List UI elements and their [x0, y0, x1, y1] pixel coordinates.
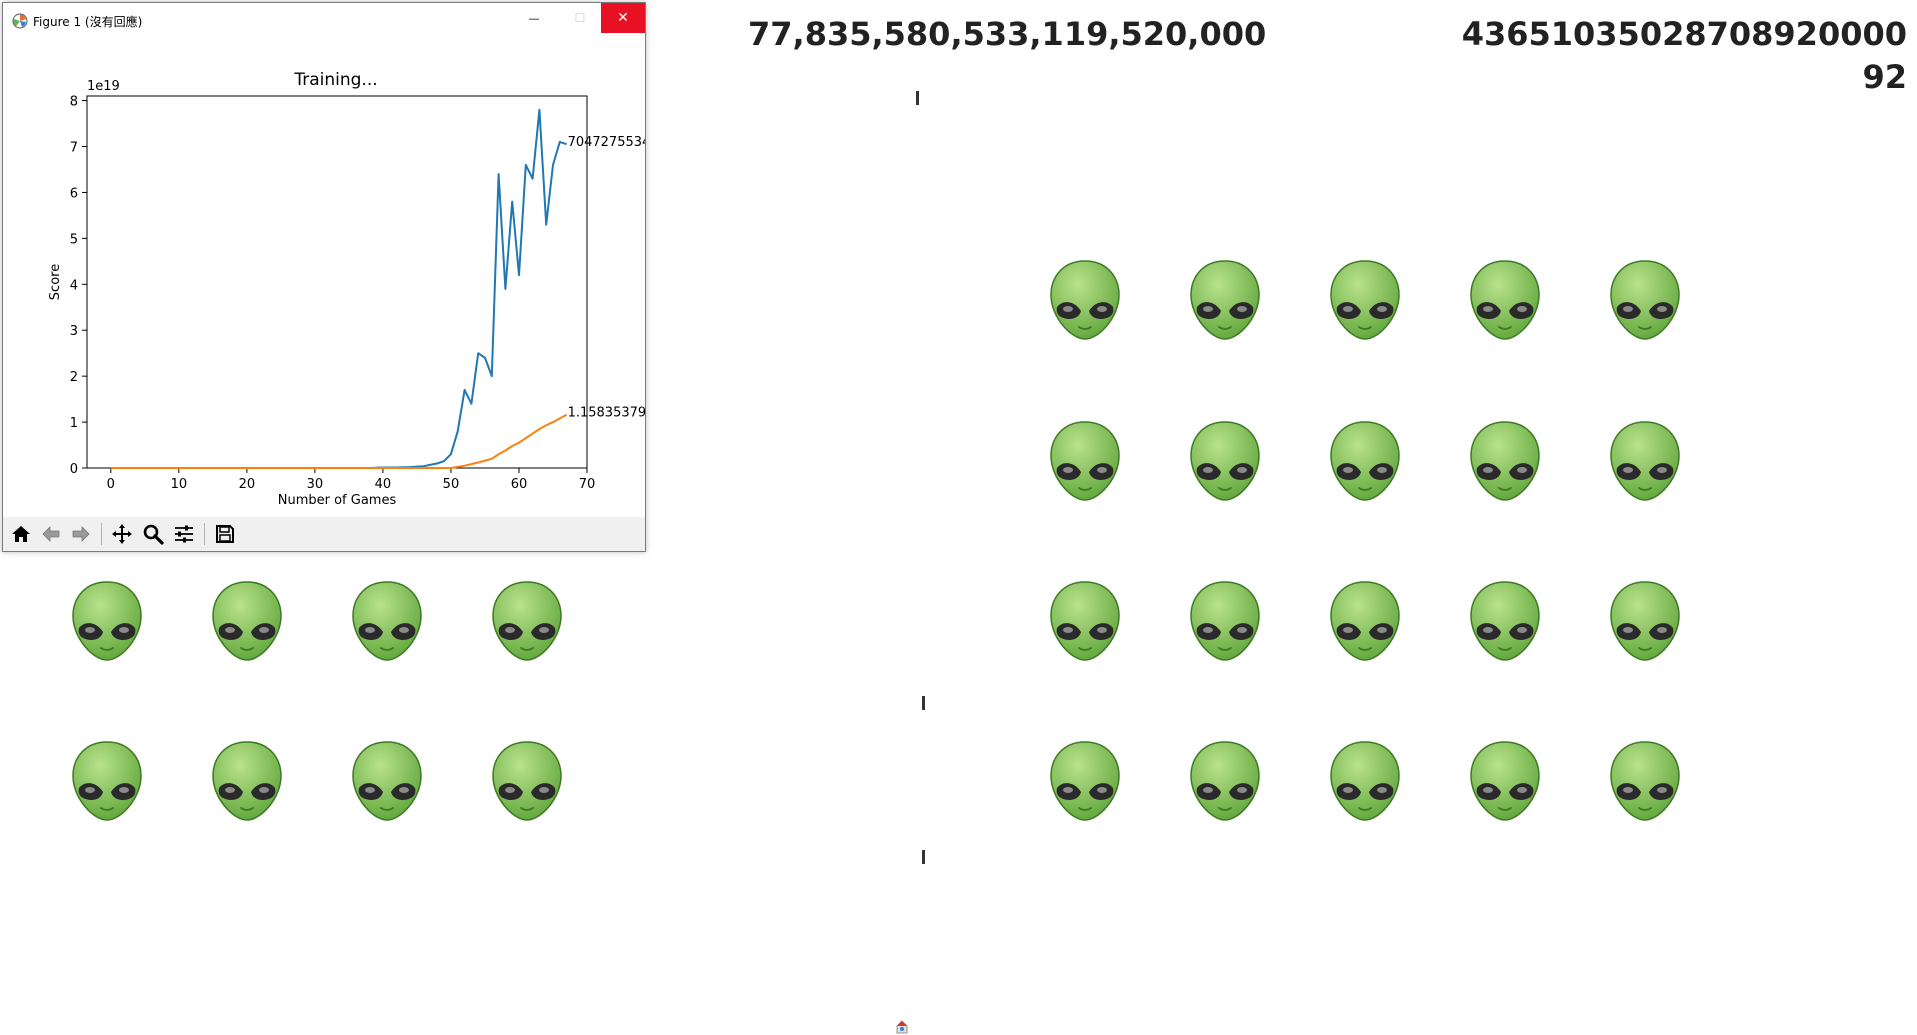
- alien-icon: [72, 581, 142, 661]
- toolbar-separator: [204, 523, 205, 545]
- minimize-icon: —: [528, 11, 540, 25]
- alien-icon: [1330, 421, 1400, 501]
- alien-icon: [1610, 421, 1680, 501]
- x-tick-label: 40: [375, 477, 392, 492]
- alien-icon: [1050, 741, 1120, 821]
- alien-icon: [492, 581, 562, 661]
- bullet: [922, 850, 925, 864]
- y-offset-label: 1e19: [87, 79, 120, 94]
- alien-icon: [1190, 421, 1260, 501]
- plot-window[interactable]: Figure 1 (沒有回應) — ☐ ✕ Training... 1e19 0…: [2, 2, 654, 552]
- alien-icon: [352, 581, 422, 661]
- alien-icon: [1470, 260, 1540, 340]
- minimize-button[interactable]: —: [511, 3, 557, 33]
- floppy-icon: [216, 525, 234, 543]
- title-bar[interactable]: Figure 1 (沒有回應) — ☐ ✕: [3, 3, 645, 37]
- close-icon: ✕: [617, 10, 629, 26]
- close-button[interactable]: ✕: [601, 3, 645, 33]
- chart-title: Training...: [293, 70, 377, 90]
- arrow-left-icon: [42, 526, 60, 542]
- matplotlib-icon: [12, 13, 28, 29]
- alien-icon: [1610, 581, 1680, 661]
- maximize-icon: ☐: [574, 11, 586, 25]
- y-axis-label: Score: [48, 264, 63, 300]
- alien-icon: [212, 741, 282, 821]
- y-axis: 0 1 2 3 4 5 6 7 8: [70, 95, 87, 477]
- alien-icon: [1050, 581, 1120, 661]
- x-axis: 0 10 20 30 40 50 60 70: [107, 468, 596, 492]
- home-icon: [12, 526, 30, 542]
- y-tick-label: 1: [70, 416, 78, 431]
- series-end-label-1: 7047275534: [568, 135, 645, 150]
- y-tick-label: 4: [70, 278, 78, 293]
- sliders-icon: [175, 525, 193, 543]
- x-tick-label: 60: [511, 477, 528, 492]
- zoom-button[interactable]: [140, 521, 166, 547]
- alien-icon: [1610, 741, 1680, 821]
- x-tick-label: 70: [579, 477, 596, 492]
- alien-icon: [492, 741, 562, 821]
- x-tick-label: 0: [107, 477, 115, 492]
- x-tick-label: 50: [443, 477, 460, 492]
- y-tick-label: 6: [70, 186, 78, 201]
- plot-toolbar: [3, 517, 645, 551]
- alien-icon: [352, 741, 422, 821]
- series-line-1: [110, 108, 567, 469]
- window-title: Figure 1 (沒有回應): [33, 15, 143, 29]
- alien-icon: [1050, 260, 1120, 340]
- magnifier-icon: [143, 524, 164, 545]
- alien-icon: [1610, 260, 1680, 340]
- home-button[interactable]: [8, 521, 34, 547]
- subplots-button[interactable]: [171, 521, 197, 547]
- alien-icon: [212, 581, 282, 661]
- arrow-right-icon: [72, 526, 90, 542]
- plot-canvas[interactable]: Training... 1e19 0 10 20 30 40 50 60 70 0 1 2 3 4 5 6…: [3, 37, 654, 517]
- y-tick-label: 5: [70, 232, 78, 247]
- alien-icon: [1190, 260, 1260, 340]
- back-button[interactable]: [38, 521, 64, 547]
- level-display: 92: [1862, 58, 1907, 96]
- score-display: 77,835,580,533,119,520,000: [748, 15, 1267, 53]
- bullet: [916, 91, 919, 105]
- save-button[interactable]: [212, 521, 238, 547]
- x-axis-label: Number of Games: [278, 493, 397, 508]
- toolbar-separator: [101, 523, 102, 545]
- forward-button[interactable]: [68, 521, 94, 547]
- alien-icon: [1470, 581, 1540, 661]
- x-tick-label: 30: [307, 477, 324, 492]
- y-tick-label: 3: [70, 324, 78, 339]
- alien-icon: [1190, 581, 1260, 661]
- alien-icon: [1470, 421, 1540, 501]
- high-score-display: 43651035028708920000: [1461, 15, 1907, 53]
- ship-icon: [896, 1020, 908, 1034]
- alien-icon: [72, 741, 142, 821]
- alien-icon: [1330, 741, 1400, 821]
- bullet: [922, 696, 925, 710]
- series-line-2: [110, 413, 568, 469]
- alien-icon: [1470, 741, 1540, 821]
- series-layer: 7047275534 1.158353794: [110, 108, 654, 469]
- y-tick-label: 7: [70, 141, 78, 156]
- maximize-button[interactable]: ☐: [557, 3, 603, 33]
- training-chart: Training... 1e19 0 10 20 30 40 50 60 70 0 1 2 3 4 5 6…: [48, 70, 654, 508]
- series-end-label-2: 1.158353794: [568, 406, 645, 421]
- move-icon: [112, 524, 132, 544]
- y-tick-label: 2: [70, 370, 78, 385]
- x-tick-label: 10: [171, 477, 188, 492]
- y-tick-label: 8: [70, 95, 78, 110]
- x-tick-label: 20: [239, 477, 256, 492]
- pan-button[interactable]: [109, 521, 135, 547]
- alien-icon: [1330, 260, 1400, 340]
- alien-icon: [1190, 741, 1260, 821]
- plot-frame: [86, 95, 588, 469]
- alien-icon: [1330, 581, 1400, 661]
- y-tick-label: 0: [70, 462, 78, 477]
- alien-icon: [1050, 421, 1120, 501]
